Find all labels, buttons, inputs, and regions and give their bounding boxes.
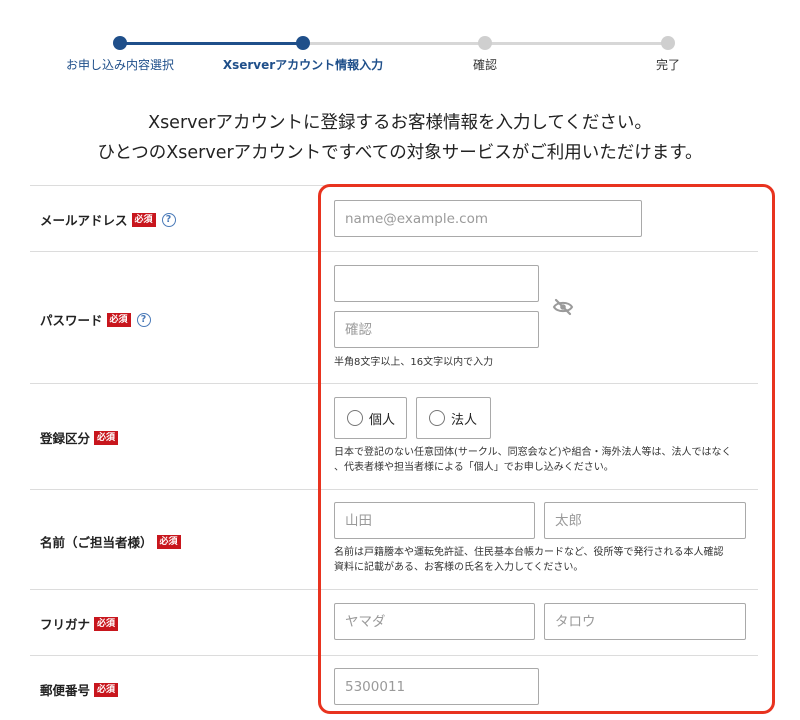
step-label-account-info: Xserverアカウント情報入力 <box>222 58 384 72</box>
password-confirm-input[interactable] <box>334 311 539 348</box>
step-dot-4 <box>661 36 675 50</box>
last-name-input[interactable] <box>334 502 535 539</box>
postal-code-input[interactable] <box>334 668 539 705</box>
step-label-select: お申し込み内容選択 <box>65 58 175 72</box>
registration-type-note: 日本で登記のない任意団体(サークル、同窓会など)や組合・海外法人等は、法人ではな… <box>334 446 732 475</box>
stepper-line-completed <box>120 42 303 45</box>
radio-circle-icon <box>429 410 445 426</box>
help-icon[interactable]: ? <box>161 212 176 227</box>
postal-code-label: 郵便番号 必須 <box>40 680 119 699</box>
step-dot-3 <box>478 36 492 50</box>
radio-corporate[interactable]: 法人 <box>416 397 491 439</box>
registration-type-label-text: 登録区分 <box>40 431 91 446</box>
email-input[interactable] <box>334 200 642 237</box>
row-divider <box>30 185 758 186</box>
registration-type-label: 登録区分 必須 <box>40 428 119 447</box>
row-divider <box>30 489 758 490</box>
intro-line-2: ひとつのXserverアカウントですべての対象サービスがご利用いただけます。 <box>97 143 703 163</box>
radio-individual[interactable]: 個人 <box>334 397 407 439</box>
first-name-input[interactable] <box>544 502 746 539</box>
required-badge: 必須 <box>94 430 119 445</box>
intro-text: Xserverアカウントに登録するお客様情報を入力してください。 ひとつのXse… <box>0 108 800 168</box>
last-name-kana-input[interactable] <box>334 603 535 640</box>
registration-type-note-line-1: 日本で登記のない任意団体(サークル、同窓会など)や組合・海外法人等は、法人ではな… <box>334 447 732 458</box>
row-divider <box>30 655 758 656</box>
name-label: 名前（ご担当者様） 必須 <box>40 532 181 551</box>
progress-stepper: お申し込み内容選択 Xserverアカウント情報入力 確認 完了 <box>0 0 800 80</box>
password-label-text: パスワード <box>40 313 103 328</box>
name-note-line-1: 名前は戸籍謄本や運転免許証、住民基本台帳カードなど、役所等で発行される本人確認 <box>334 547 724 558</box>
required-badge: 必須 <box>156 534 181 549</box>
radio-corporate-label: 法人 <box>451 412 478 428</box>
step-dot-1 <box>113 36 127 50</box>
required-badge: 必須 <box>94 616 119 631</box>
first-name-kana-input[interactable] <box>544 603 746 640</box>
registration-type-note-line-2: 、代表者様や担当者様による「個人」でお申し込みください。 <box>334 461 614 473</box>
row-divider <box>30 383 758 384</box>
row-divider <box>30 251 758 252</box>
step-label-confirm: 確認 <box>472 58 498 72</box>
password-input[interactable] <box>334 265 539 302</box>
help-icon[interactable]: ? <box>136 312 151 327</box>
required-badge: 必須 <box>131 212 156 227</box>
name-label-text: 名前（ご担当者様） <box>40 535 153 550</box>
radio-circle-icon <box>347 410 363 426</box>
eye-off-icon[interactable] <box>552 298 574 316</box>
step-dot-2 <box>296 36 310 50</box>
required-badge: 必須 <box>106 312 131 327</box>
furigana-label: フリガナ 必須 <box>40 614 119 633</box>
name-note-line-2: 資料に記載がある、お客様の氏名を入力してください。 <box>334 561 584 573</box>
email-label: メールアドレス 必須 ? <box>40 210 176 229</box>
furigana-label-text: フリガナ <box>40 617 91 632</box>
name-note: 名前は戸籍謄本や運転免許証、住民基本台帳カードなど、役所等で発行される本人確認 … <box>334 546 724 575</box>
email-label-text: メールアドレス <box>40 213 128 228</box>
radio-individual-label: 個人 <box>369 412 396 428</box>
intro-line-1: Xserverアカウントに登録するお客様情報を入力してください。 <box>148 113 652 133</box>
postal-code-label-text: 郵便番号 <box>40 683 91 698</box>
step-label-complete: 完了 <box>655 58 681 72</box>
password-label: パスワード 必須 ? <box>40 310 151 329</box>
required-badge: 必須 <box>94 682 119 697</box>
row-divider <box>30 589 758 590</box>
password-note: 半角8文字以上、16文字以内で入力 <box>334 357 494 368</box>
